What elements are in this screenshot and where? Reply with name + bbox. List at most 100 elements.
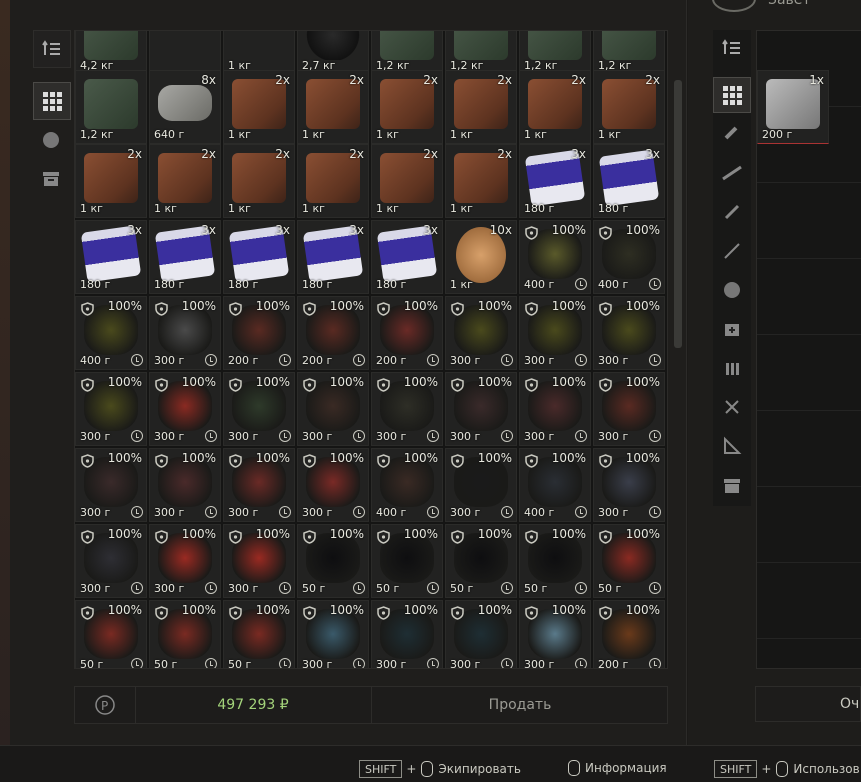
item-cell[interactable]: 100% 50 г: [371, 524, 443, 598]
item-cell[interactable]: 1,2 кг: [371, 31, 443, 75]
item-cell[interactable]: 100% 50 г: [519, 524, 591, 598]
item-cell[interactable]: 100% 50 г: [593, 524, 665, 598]
item-cell[interactable]: 100% 400 г: [519, 220, 591, 294]
item-cell[interactable]: 3x 180 г: [371, 220, 443, 294]
item-cell[interactable]: 2x 1 кг: [445, 70, 517, 144]
item-cell[interactable]: 100% 50 г: [75, 600, 147, 668]
item-cell[interactable]: 100% 300 г: [297, 600, 369, 668]
item-cell[interactable]: 1,2 кг: [519, 31, 591, 75]
item-cell[interactable]: 1,2 кг: [75, 70, 147, 144]
rifle-icon: [722, 165, 742, 181]
item-cell[interactable]: 10x 1 кг: [445, 220, 517, 294]
item-cell[interactable]: 100% 300 г: [149, 296, 221, 370]
item-cell[interactable]: 100% 300 г: [149, 524, 221, 598]
clock-icon: [279, 582, 291, 594]
item-cell[interactable]: 100% 300 г: [223, 524, 295, 598]
clock-icon: [131, 582, 143, 594]
trader-tab-weapons[interactable]: [713, 155, 751, 191]
item-cell[interactable]: 100% 300 г: [593, 372, 665, 446]
item-cell[interactable]: 100% 300 г: [519, 600, 591, 668]
item-cell[interactable]: 100% 200 г: [297, 296, 369, 370]
item-cell[interactable]: 100% 300 г: [445, 448, 517, 522]
clear-button[interactable]: Оч: [755, 686, 861, 722]
stash-scrollbar[interactable]: [674, 80, 682, 348]
item-cell[interactable]: 100% 300 г: [75, 448, 147, 522]
item-cell[interactable]: 3x 180 г: [75, 220, 147, 294]
item-cell[interactable]: 2x 1 кг: [75, 144, 147, 218]
tab-containers[interactable]: [33, 160, 69, 196]
item-cell[interactable]: 100% 300 г: [445, 600, 517, 668]
item-cell[interactable]: 100% 50 г: [297, 524, 369, 598]
tab-all-items[interactable]: [33, 82, 71, 120]
item-cell[interactable]: 100% 300 г: [223, 372, 295, 446]
item-cell[interactable]: 100% 300 г: [445, 372, 517, 446]
item-cell[interactable]: 2x 1 кг: [445, 144, 517, 218]
item-cell[interactable]: 100% 400 г: [371, 448, 443, 522]
item-cell[interactable]: 100% 200 г: [593, 600, 665, 668]
item-cell[interactable]: 3x 180 г: [223, 220, 295, 294]
tab-barter-items[interactable]: [33, 122, 69, 158]
item-cell[interactable]: 100% 50 г: [149, 600, 221, 668]
item-cell[interactable]: [149, 31, 221, 75]
trader-tab-melee[interactable]: [713, 233, 751, 269]
item-cell[interactable]: 100% 400 г: [75, 296, 147, 370]
trader-tab-barter[interactable]: [713, 272, 751, 308]
item-cell[interactable]: 100% 300 г: [75, 524, 147, 598]
currency-button[interactable]: P: [75, 687, 136, 723]
trader-tab-maps[interactable]: [713, 428, 751, 464]
item-cell[interactable]: 100% 300 г: [519, 372, 591, 446]
trader-tab-links[interactable]: [713, 116, 751, 152]
item-cell[interactable]: 1,2 кг: [593, 31, 665, 75]
item-durability: 100%: [477, 451, 512, 465]
item-cell[interactable]: 100% 300 г: [223, 448, 295, 522]
item-cell[interactable]: 100% 300 г: [371, 372, 443, 446]
trader-tab-ammo[interactable]: [713, 350, 751, 386]
clock-icon: [353, 354, 365, 366]
trader-tab-medical[interactable]: [713, 311, 751, 347]
item-cell[interactable]: 3x 180 г: [149, 220, 221, 294]
item-cell[interactable]: 2,7 кг: [297, 31, 369, 75]
trader-tab-all[interactable]: [713, 77, 751, 113]
item-cell[interactable]: 2x 1 кг: [149, 144, 221, 218]
trader-item-cell[interactable]: 1x 200 г: [757, 70, 829, 144]
item-cell[interactable]: 1 кг: [223, 31, 295, 75]
item-cell[interactable]: 100% 300 г: [445, 296, 517, 370]
item-cell[interactable]: 100% 300 г: [149, 448, 221, 522]
item-cell[interactable]: 8x 640 г: [149, 70, 221, 144]
item-cell[interactable]: 100% 50 г: [445, 524, 517, 598]
item-cell[interactable]: 100% 300 г: [297, 372, 369, 446]
item-cell[interactable]: 2x 1 кг: [223, 70, 295, 144]
item-cell[interactable]: 100% 400 г: [593, 220, 665, 294]
item-cell[interactable]: 100% 300 г: [149, 372, 221, 446]
trader-tab-containers[interactable]: [713, 467, 751, 503]
trader-tab-mods[interactable]: [713, 194, 751, 230]
item-cell[interactable]: 100% 300 г: [519, 296, 591, 370]
item-cell[interactable]: 2x 1 кг: [371, 144, 443, 218]
item-cell[interactable]: 100% 300 г: [593, 296, 665, 370]
item-cell[interactable]: 100% 300 г: [75, 372, 147, 446]
item-cell[interactable]: 3x 180 г: [519, 144, 591, 218]
item-cell[interactable]: 1,2 кг: [445, 31, 517, 75]
item-durability: 100%: [181, 527, 216, 541]
item-cell[interactable]: 100% 200 г: [371, 296, 443, 370]
trader-tab-tools[interactable]: [713, 389, 751, 425]
item-cell[interactable]: 100% 400 г: [519, 448, 591, 522]
item-weight: 1 кг: [376, 202, 399, 215]
item-cell[interactable]: 2x 1 кг: [519, 70, 591, 144]
trader-sort-button[interactable]: [713, 30, 751, 66]
item-cell[interactable]: 2x 1 кг: [593, 70, 665, 144]
item-cell[interactable]: 2x 1 кг: [223, 144, 295, 218]
item-cell[interactable]: 2x 1 кг: [297, 70, 369, 144]
item-cell[interactable]: 100% 50 г: [223, 600, 295, 668]
item-cell[interactable]: 2x 1 кг: [371, 70, 443, 144]
sort-button[interactable]: [33, 30, 71, 68]
sell-button[interactable]: Продать: [371, 687, 668, 723]
item-cell[interactable]: 100% 300 г: [297, 448, 369, 522]
item-cell[interactable]: 3x 180 г: [297, 220, 369, 294]
item-cell[interactable]: 3x 180 г: [593, 144, 665, 218]
item-cell[interactable]: 100% 300 г: [593, 448, 665, 522]
item-cell[interactable]: 100% 300 г: [371, 600, 443, 668]
item-cell[interactable]: 100% 200 г: [223, 296, 295, 370]
item-cell[interactable]: 2x 1 кг: [297, 144, 369, 218]
item-cell[interactable]: 4,2 кг: [75, 31, 147, 75]
